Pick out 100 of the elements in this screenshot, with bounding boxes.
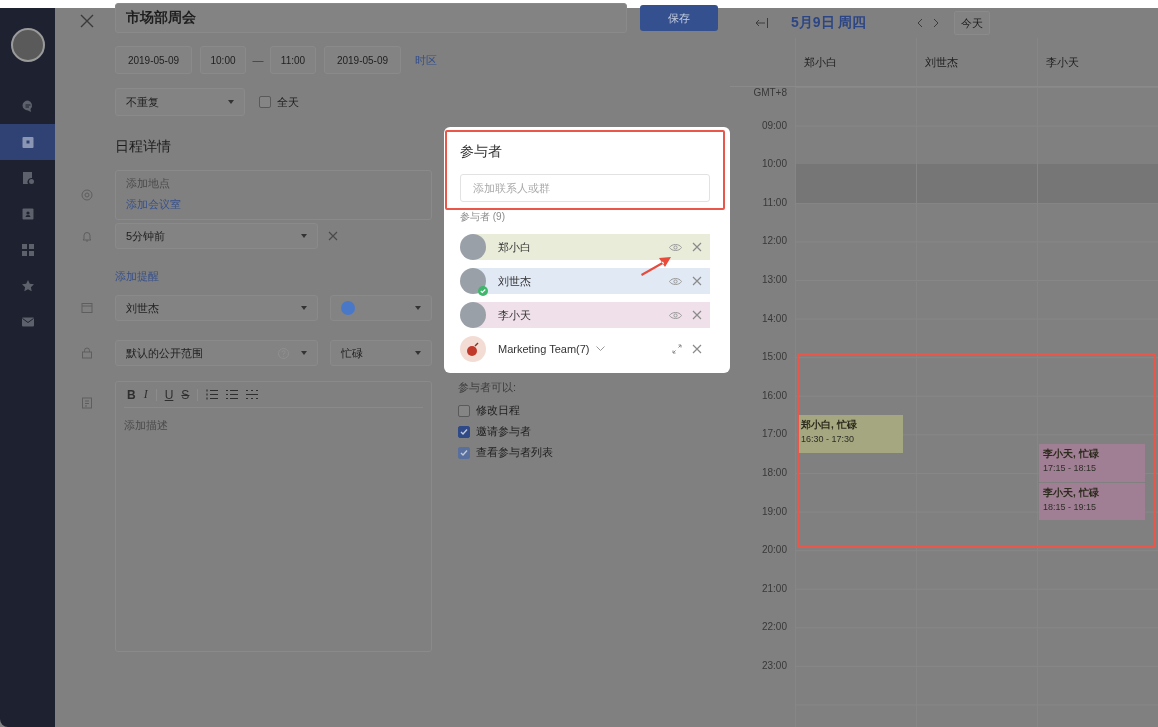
- expand-icon[interactable]: [672, 344, 682, 354]
- star-icon: [20, 279, 35, 293]
- busy-event[interactable]: 李小天, 忙碌 18:15 - 19:15: [1039, 482, 1145, 521]
- numbered-list-icon[interactable]: [206, 389, 219, 400]
- end-date-field[interactable]: 2019-05-09: [324, 46, 401, 74]
- document-icon: [20, 171, 35, 185]
- event-title: 李小天, 忙碌: [1043, 447, 1100, 462]
- hour-label: 20:00: [761, 544, 787, 556]
- avatar: [460, 302, 486, 328]
- title-field[interactable]: 市场部周会: [115, 3, 627, 33]
- event-title: 李小天, 忙碌: [1043, 485, 1100, 500]
- popup-title: 参与者: [460, 143, 503, 161]
- group-name: Marketing Team(7): [498, 343, 590, 355]
- visibility-select[interactable]: 默认的公开范围: [115, 340, 318, 366]
- remove-icon[interactable]: [328, 231, 338, 241]
- event-time: 18:15 - 19:15: [1043, 501, 1098, 512]
- remove-icon[interactable]: [692, 242, 702, 252]
- attendee-row[interactable]: 郑小白: [476, 234, 710, 260]
- hour-label: 09:00: [761, 119, 787, 131]
- all-day-checkbox[interactable]: [259, 96, 271, 108]
- calendar-icon: [80, 302, 94, 314]
- accepted-check-icon: [478, 286, 488, 296]
- all-day-label: 全天: [277, 94, 299, 110]
- calendar-select[interactable]: 刘世杰: [115, 295, 318, 321]
- event-title: 郑小白, 忙碌: [801, 418, 858, 433]
- eye-icon[interactable]: [669, 276, 682, 286]
- permission-label: 邀请参与者: [476, 424, 531, 439]
- apps-grid-icon: [20, 243, 35, 257]
- chat-icon: [20, 99, 35, 113]
- date-title: 5月9日 周四: [791, 14, 867, 32]
- group-avatar-icon: [460, 336, 486, 362]
- previous-icon[interactable]: [916, 18, 924, 28]
- attendee-count: 参与者 (9): [460, 210, 506, 224]
- pointer-arrow: [641, 257, 671, 276]
- attendee-name: 刘世杰: [498, 273, 532, 289]
- collapse-icon[interactable]: [755, 18, 769, 28]
- start-date-field[interactable]: 2019-05-09: [115, 46, 192, 74]
- permission-label: 修改日程: [476, 403, 520, 418]
- remove-icon[interactable]: [692, 344, 702, 354]
- hour-label: 22:00: [761, 621, 787, 633]
- hour-label: 17:00: [761, 428, 787, 440]
- hour-label: 23:00: [761, 660, 787, 671]
- status-select[interactable]: 忙碌: [330, 340, 432, 366]
- attendee-search-field[interactable]: 添加联系人或群: [460, 174, 710, 202]
- attendee-name: 郑小白: [498, 239, 532, 255]
- next-icon[interactable]: [933, 18, 941, 28]
- underline-button[interactable]: U: [164, 387, 174, 402]
- remove-icon[interactable]: [692, 310, 702, 320]
- permission-checkbox[interactable]: [458, 425, 470, 438]
- horizontal-rule-icon[interactable]: [246, 389, 259, 400]
- event-time: 16:30 - 17:30: [801, 434, 856, 445]
- repeat-select[interactable]: 不重复: [115, 88, 245, 116]
- hour-label: 15:00: [761, 351, 787, 363]
- hour-label: 13:00: [761, 274, 787, 285]
- close-icon[interactable]: [80, 14, 94, 28]
- hour-label: 14:00: [761, 312, 787, 324]
- lock-icon: [80, 347, 94, 359]
- hour-label: 16:00: [761, 389, 787, 401]
- end-time-field[interactable]: 11:00: [270, 46, 316, 74]
- busy-event[interactable]: 李小天, 忙碌 17:15 - 18:15: [1039, 444, 1145, 482]
- permission-label: 查看参与者列表: [476, 445, 553, 460]
- today-button[interactable]: 今天: [954, 11, 991, 35]
- details-heading: 日程详情: [115, 138, 171, 156]
- column-header: 刘世杰: [925, 54, 958, 70]
- eye-icon[interactable]: [669, 310, 682, 320]
- note-icon: [80, 397, 94, 409]
- event-time: 17:15 - 18:15: [1043, 463, 1098, 474]
- mail-icon: [20, 315, 35, 329]
- hour-label: 18:00: [761, 467, 787, 478]
- strikethrough-button[interactable]: S: [181, 387, 190, 402]
- hour-label: 10:00: [761, 158, 787, 170]
- bold-button[interactable]: B: [127, 387, 136, 402]
- remove-icon[interactable]: [692, 276, 702, 286]
- hour-label: 12:00: [761, 235, 787, 247]
- chevron-down-icon[interactable]: [595, 346, 605, 352]
- column-header: 郑小白: [804, 54, 837, 70]
- reminder-select[interactable]: 5分钟前: [115, 223, 318, 249]
- color-select[interactable]: [330, 295, 432, 321]
- hour-label: 21:00: [761, 582, 787, 594]
- hour-label: 11:00: [762, 196, 787, 208]
- sidebar-item[interactable]: [0, 124, 55, 160]
- user-avatar[interactable]: [10, 28, 45, 62]
- start-time-field[interactable]: 10:00: [200, 46, 246, 74]
- attendee-name: 李小天: [498, 307, 532, 323]
- contacts-icon: [20, 207, 35, 221]
- permission-checkbox[interactable]: [458, 404, 470, 417]
- hour-label: GMT+8: [753, 87, 787, 98]
- save-button[interactable]: 保存: [640, 5, 718, 31]
- attendee-row[interactable]: 刘世杰: [476, 268, 710, 294]
- calendar-icon: [20, 135, 35, 149]
- time-separator: —: [251, 54, 265, 66]
- column-header: 李小天: [1046, 54, 1079, 70]
- italic-button[interactable]: I: [143, 387, 148, 402]
- hour-label: 19:00: [761, 505, 787, 517]
- busy-event[interactable]: 郑小白, 忙碌 16:30 - 17:30: [797, 415, 903, 453]
- attendee-row[interactable]: 李小天: [476, 302, 710, 328]
- location-icon: [80, 189, 94, 201]
- eye-icon[interactable]: [669, 242, 682, 252]
- avatar: [460, 234, 486, 260]
- bullet-list-icon[interactable]: [226, 389, 239, 400]
